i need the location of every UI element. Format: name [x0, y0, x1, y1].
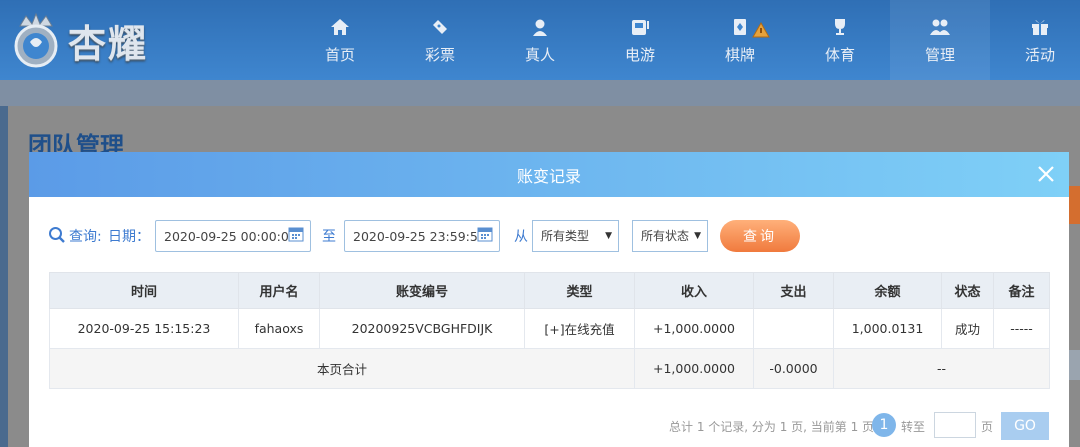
nav-item-manage[interactable]: 管理 — [890, 0, 990, 80]
nav-label: 活动 — [1024, 45, 1055, 64]
cell-type: [+]在线充值 — [524, 308, 635, 349]
query-label: 查询: — [69, 229, 102, 245]
modal-title: 账变记录 — [516, 166, 581, 186]
cell-username: fahaoxs — [238, 308, 320, 349]
to-label: 至 — [322, 229, 336, 245]
page-suffix: 页 — [981, 420, 994, 434]
records-table: 时间 用户名 账变编号 类型 收入 支出 余额 状态 备注 2020-09-25… — [49, 272, 1050, 389]
account-change-modal: 账变记录 查询: 日期： 至 从 所有类型 ▼ 所有状态 ▼ 查询 — [29, 152, 1069, 447]
type-select[interactable]: 所有类型 ▼ — [532, 220, 619, 252]
main-nav: 首页 彩票 真人 电游 棋牌 体育 管理 活动 — [290, 0, 1080, 80]
column-header: 余额 — [833, 272, 942, 309]
date-label: 日期： — [108, 229, 150, 245]
nav-item-promo[interactable]: 活动 — [990, 0, 1080, 80]
column-header: 收入 — [634, 272, 754, 309]
background-button-edge — [1069, 186, 1080, 224]
goto-label: 转至 — [901, 420, 926, 434]
nav-label: 彩票 — [424, 45, 455, 64]
column-header: 类型 — [524, 272, 635, 309]
column-header: 用户名 — [238, 272, 320, 309]
pagination-info: 总计 1 个记录, 分为 1 页, 当前第 1 页 — [669, 420, 875, 434]
column-header: 支出 — [753, 272, 834, 309]
nav-label: 电游 — [624, 45, 655, 64]
cell-time: 2020-09-25 15:15:23 — [49, 308, 239, 349]
crown-logo-icon — [8, 12, 64, 68]
cell-status: 成功 — [941, 308, 994, 349]
column-header: 时间 — [49, 272, 239, 309]
trophy-icon — [829, 16, 851, 38]
calendar-icon[interactable] — [477, 226, 493, 242]
cell-balance: 1,000.0131 — [833, 308, 942, 349]
page-number-current[interactable]: 1 — [872, 413, 896, 437]
left-sidebar-edge — [0, 106, 8, 447]
nav-label: 体育 — [824, 45, 855, 64]
top-navbar: 杏耀 首页 彩票 真人 电游 棋牌 体育 管理 活动 — [0, 0, 1080, 80]
gift-icon — [1029, 16, 1051, 38]
nav-item-chess[interactable]: 棋牌 — [690, 0, 790, 80]
table-header-row: 时间 用户名 账变编号 类型 收入 支出 余额 状态 备注 — [49, 272, 1050, 309]
brand-logo[interactable]: 杏耀 — [8, 8, 148, 72]
caret-down-icon: ▼ — [694, 231, 701, 241]
pagination: 总计 1 个记录, 分为 1 页, 当前第 1 页 1 转至 页 GO — [29, 410, 1049, 440]
modal-header: 账变记录 — [29, 152, 1069, 197]
search-icon — [48, 226, 66, 248]
status-select-value: 所有状态 — [641, 229, 690, 243]
summary-label: 本页合计 — [49, 348, 635, 389]
nav-item-live[interactable]: 真人 — [490, 0, 590, 80]
summary-rest: -- — [833, 348, 1050, 389]
nav-item-lottery[interactable]: 彩票 — [390, 0, 490, 80]
cell-expense — [753, 308, 834, 349]
ticket-icon — [429, 16, 451, 38]
go-button[interactable]: GO — [1001, 412, 1049, 440]
sub-navbar — [0, 80, 1080, 106]
users-icon — [929, 16, 951, 38]
warning-badge-icon — [752, 21, 770, 42]
query-button[interactable]: 查询 — [720, 220, 800, 252]
cell-change-id: 20200925VCBGHFDIJK — [319, 308, 525, 349]
nav-label: 棋牌 — [724, 45, 755, 64]
summary-row: 本页合计 +1,000.0000 -0.0000 -- — [49, 348, 1050, 389]
nav-item-sports[interactable]: 体育 — [790, 0, 890, 80]
filter-bar: 查询: 日期： 至 从 所有类型 ▼ 所有状态 ▼ 查询 — [48, 220, 828, 252]
cell-note: ----- — [993, 308, 1050, 349]
calendar-icon[interactable] — [288, 226, 304, 242]
background-button-edge — [1069, 350, 1080, 380]
column-header: 备注 — [993, 272, 1050, 309]
table-row: 2020-09-25 15:15:23 fahaoxs 20200925VCBG… — [49, 308, 1050, 349]
cell-income: +1,000.0000 — [634, 308, 754, 349]
home-icon — [329, 16, 351, 38]
nav-item-slots[interactable]: 电游 — [590, 0, 690, 80]
from-label: 从 — [514, 229, 528, 245]
column-header: 账变编号 — [319, 272, 525, 309]
column-header: 状态 — [941, 272, 994, 309]
status-select[interactable]: 所有状态 ▼ — [632, 220, 708, 252]
card-icon — [729, 16, 751, 38]
brand-name: 杏耀 — [68, 21, 149, 66]
caret-down-icon: ▼ — [605, 231, 612, 241]
dealer-icon — [529, 16, 551, 38]
nav-item-home[interactable]: 首页 — [290, 0, 390, 80]
nav-label: 首页 — [324, 45, 355, 64]
type-select-value: 所有类型 — [541, 229, 590, 243]
nav-label: 管理 — [924, 45, 955, 64]
summary-income: +1,000.0000 — [634, 348, 754, 389]
summary-expense: -0.0000 — [753, 348, 834, 389]
close-icon[interactable] — [1033, 161, 1059, 187]
slot-machine-icon — [629, 16, 651, 38]
nav-label: 真人 — [524, 45, 555, 64]
goto-page-input[interactable] — [934, 412, 976, 438]
